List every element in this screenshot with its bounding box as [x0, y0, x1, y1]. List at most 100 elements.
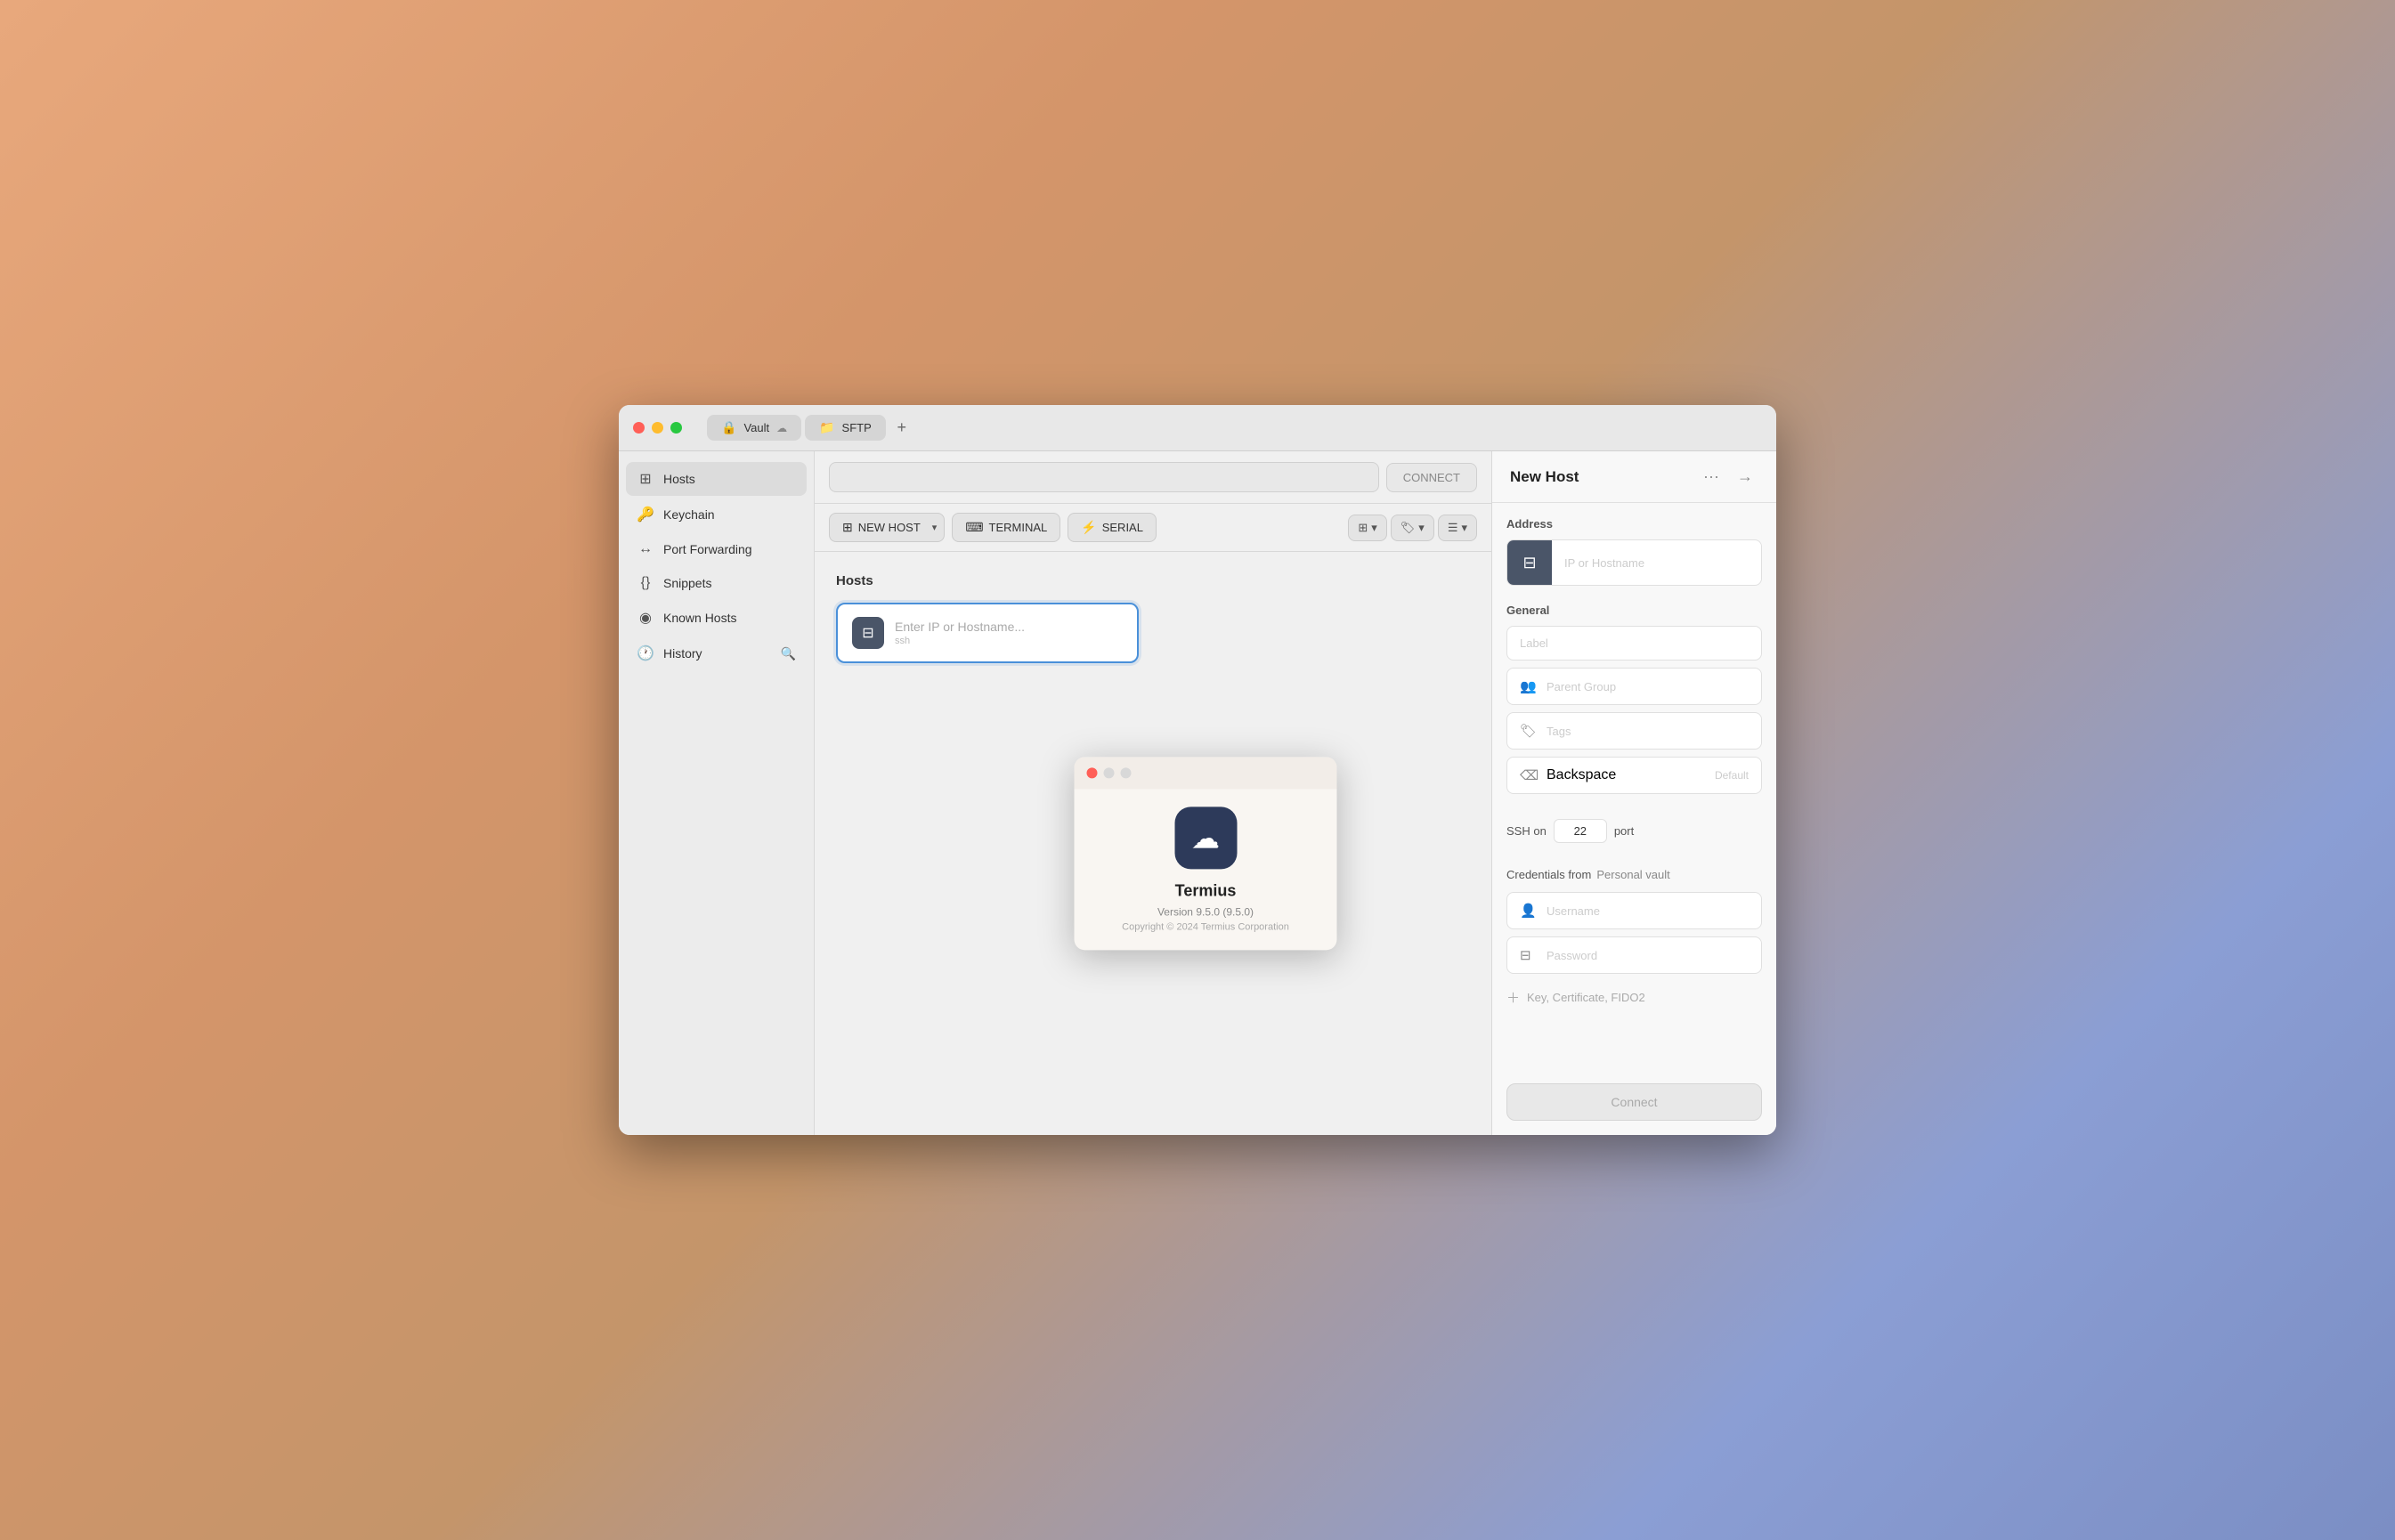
username-input[interactable]: [1547, 904, 1749, 918]
more-options-button[interactable]: ···: [1698, 466, 1725, 488]
serial-button[interactable]: ⚡ SERIAL: [1068, 513, 1157, 542]
sidebar-history-label: History: [663, 646, 772, 661]
new-host-dropdown-button[interactable]: ▾: [925, 513, 946, 542]
backspace-left: ⌫ Backspace: [1520, 767, 1616, 783]
address-input-bar[interactable]: [829, 462, 1379, 492]
traffic-lights: [633, 422, 682, 434]
tab-bar: 🔒 Vault ☁ 📁 SFTP +: [707, 415, 914, 441]
sidebar-item-keychain[interactable]: 🔑 Keychain: [626, 498, 807, 531]
columns-button[interactable]: ☰ ▾: [1438, 515, 1477, 541]
serial-icon: ⚡: [1081, 520, 1096, 535]
enter-button[interactable]: →: [1732, 466, 1758, 488]
panel-title: New Host: [1510, 468, 1691, 486]
password-field-row: ⊟: [1506, 936, 1762, 974]
server-icon: ⊟: [862, 624, 873, 642]
tab-sftp-label: SFTP: [842, 421, 872, 434]
parent-group-input[interactable]: [1547, 680, 1749, 693]
host-input-content: Enter IP or Hostname... ssh: [895, 620, 1123, 646]
add-tab-button[interactable]: +: [889, 415, 914, 440]
ssh-section: SSH on port: [1506, 812, 1762, 850]
connect-button[interactable]: CONNECT: [1386, 463, 1477, 492]
ssh-label: SSH on: [1506, 824, 1547, 838]
label-field-row: [1506, 626, 1762, 661]
dialog-body: ☁ Termius Version 9.5.0 (9.5.0) Copyrigh…: [1075, 789, 1337, 950]
hosts-icon: ⊞: [637, 470, 654, 488]
host-input-placeholder: Enter IP or Hostname...: [895, 620, 1123, 634]
tags-icon: 🏷: [1520, 723, 1538, 739]
host-input-card[interactable]: ⊟ Enter IP or Hostname... ssh: [836, 603, 1139, 663]
port-forwarding-icon: ↔: [637, 541, 654, 557]
serial-label: SERIAL: [1102, 521, 1143, 534]
credentials-section: Credentials from Personal vault 👤 ⊟ ＋ Ke…: [1506, 868, 1762, 1014]
snippets-icon: {}: [637, 575, 654, 591]
address-section: Address ⊟: [1506, 517, 1762, 586]
main-panel: CONNECT ⊞ NEW HOST ▾ ⌨ TERMINAL ⚡ SER: [815, 451, 1491, 1135]
cloud-icon: ☁: [776, 422, 787, 434]
tags-input[interactable]: [1547, 725, 1749, 738]
host-input-sub-label: ssh: [895, 636, 1123, 646]
sidebar-item-port-forwarding[interactable]: ↔ Port Forwarding: [626, 533, 807, 565]
sidebar-keychain-label: Keychain: [663, 507, 796, 522]
right-panel-header: New Host ··· →: [1492, 451, 1776, 503]
backspace-default: Default: [1715, 769, 1749, 782]
sidebar-item-snippets[interactable]: {} Snippets: [626, 567, 807, 599]
known-hosts-icon: ◉: [637, 609, 654, 627]
username-icon: 👤: [1520, 903, 1538, 919]
terminal-button[interactable]: ⌨ TERMINAL: [952, 513, 1060, 542]
section-title: Hosts: [836, 573, 1470, 588]
password-input[interactable]: [1547, 949, 1749, 962]
columns-icon: ☰: [1448, 521, 1458, 535]
backspace-field-row: ⌫ Backspace Default: [1506, 757, 1762, 794]
panel-actions: ··· →: [1698, 466, 1758, 488]
tag-icon: 🏷: [1400, 521, 1416, 535]
key-add-label: Key, Certificate, FIDO2: [1527, 991, 1645, 1004]
tab-vault[interactable]: 🔒 Vault ☁: [707, 415, 801, 441]
sidebar-item-known-hosts[interactable]: ◉ Known Hosts: [626, 601, 807, 635]
maximize-button[interactable]: [670, 422, 682, 434]
sftp-icon: 📁: [819, 420, 834, 435]
tags-button[interactable]: 🏷 ▾: [1391, 515, 1434, 541]
sidebar-port-forwarding-label: Port Forwarding: [663, 542, 796, 556]
app-copyright: Copyright © 2024 Termius Corporation: [1122, 921, 1289, 932]
search-icon[interactable]: 🔍: [781, 646, 796, 661]
columns-dropdown-icon: ▾: [1461, 521, 1467, 535]
sidebar-item-history[interactable]: 🕐 History 🔍: [626, 636, 807, 670]
port-label: port: [1614, 824, 1634, 838]
connect-bottom-button[interactable]: Connect: [1506, 1083, 1762, 1121]
backspace-icon: ⌫: [1520, 767, 1538, 783]
label-input[interactable]: [1520, 636, 1749, 650]
username-field-row: 👤: [1506, 892, 1762, 929]
titlebar: 🔒 Vault ☁ 📁 SFTP +: [619, 405, 1776, 451]
app-icon: ☁: [1174, 806, 1237, 869]
terminal-label: TERMINAL: [989, 521, 1048, 534]
sidebar-hosts-label: Hosts: [663, 472, 796, 486]
ssh-row: SSH on port: [1506, 812, 1762, 850]
password-icon: ⊟: [1520, 947, 1538, 963]
key-add-row[interactable]: ＋ Key, Certificate, FIDO2: [1506, 981, 1762, 1014]
dialog-minimize-button[interactable]: [1104, 767, 1115, 778]
grid-icon: ⊞: [1358, 521, 1368, 535]
credentials-value: Personal vault: [1596, 868, 1669, 881]
general-section: General 👥 🏷 ⌫: [1506, 604, 1762, 794]
tag-dropdown-icon: ▾: [1418, 521, 1425, 535]
cloud-app-icon: ☁: [1191, 821, 1220, 855]
close-button[interactable]: [633, 422, 645, 434]
app-window: 🔒 Vault ☁ 📁 SFTP + ⊞ Hosts 🔑 Keychain ↔: [619, 405, 1776, 1135]
grid-view-button[interactable]: ⊞ ▾: [1348, 515, 1386, 541]
address-field-row: ⊟: [1506, 539, 1762, 586]
sidebar-item-hosts[interactable]: ⊞ Hosts: [626, 462, 807, 496]
main-content: Hosts ⊟ Enter IP or Hostname... ssh: [815, 552, 1491, 1135]
credentials-row: Credentials from Personal vault: [1506, 868, 1762, 881]
general-section-title: General: [1506, 604, 1762, 617]
address-input[interactable]: [1552, 556, 1761, 570]
new-host-button[interactable]: ⊞ NEW HOST: [829, 513, 933, 542]
ssh-port-input[interactable]: [1554, 819, 1607, 843]
host-input-icon: ⊟: [852, 617, 884, 649]
content-area: ⊞ Hosts 🔑 Keychain ↔ Port Forwarding {} …: [619, 451, 1776, 1135]
dialog-maximize-button[interactable]: [1121, 767, 1132, 778]
tab-sftp[interactable]: 📁 SFTP: [805, 415, 886, 441]
address-toolbar: CONNECT: [815, 451, 1491, 504]
dialog-close-button[interactable]: [1087, 767, 1098, 778]
minimize-button[interactable]: [652, 422, 663, 434]
action-bar: ⊞ NEW HOST ▾ ⌨ TERMINAL ⚡ SERIAL ⊞: [815, 504, 1491, 552]
